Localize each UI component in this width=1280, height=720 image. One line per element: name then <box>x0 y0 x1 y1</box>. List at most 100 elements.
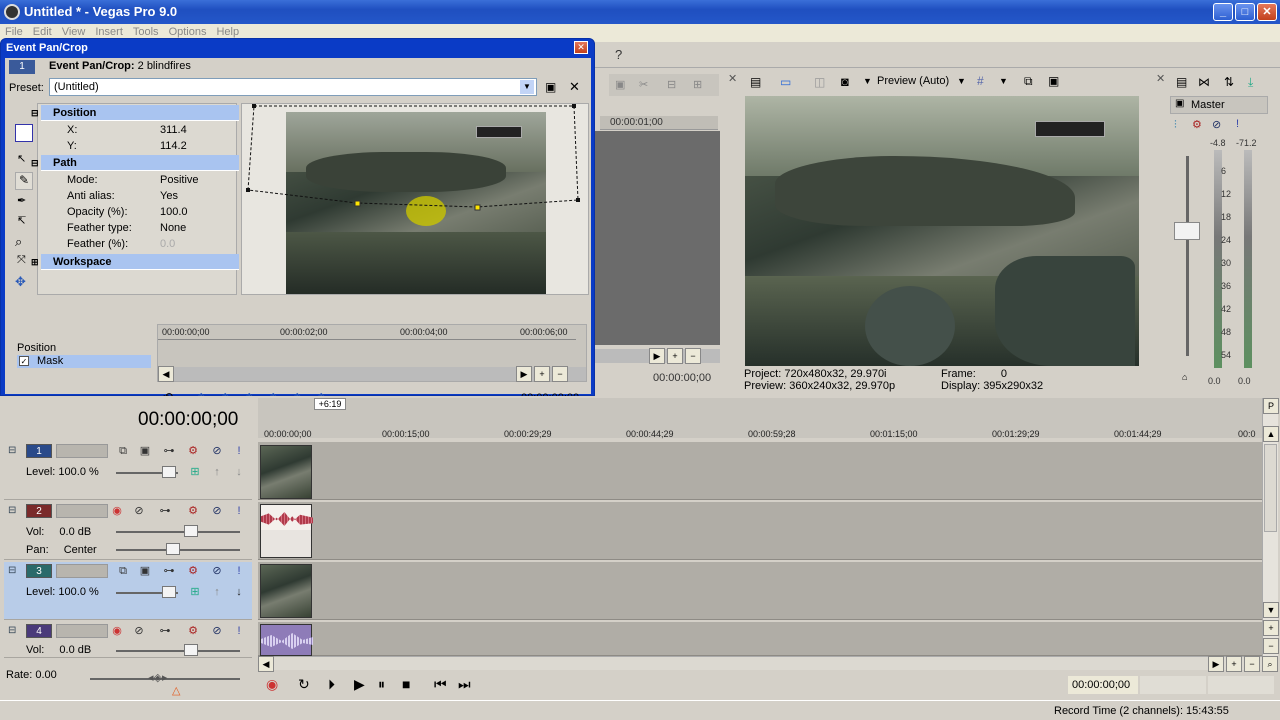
stop-icon[interactable]: ■ <box>402 676 410 692</box>
play-icon[interactable]: ▶ <box>354 676 365 693</box>
feather-type-value[interactable]: None <box>160 220 186 236</box>
trimmer-area[interactable] <box>595 131 720 345</box>
external-monitor-icon[interactable]: ▭ <box>780 75 791 89</box>
mute-icon[interactable]: ⊘ <box>210 504 224 518</box>
audio-track-4-lane[interactable] <box>258 622 1263 656</box>
pan-slider-knob[interactable] <box>166 543 180 555</box>
arm-record-icon[interactable]: ◉ <box>110 504 124 518</box>
anchor-add-tool-icon[interactable]: ✒ <box>17 194 26 207</box>
keyframe-track-mask[interactable]: ✓ Mask <box>17 355 151 368</box>
vol-slider-knob[interactable] <box>184 644 198 656</box>
track-header-1[interactable]: ⊟ 1 ⧉ ▣ ⊶ ⚙ ⊘ ! Level: 100.0 % ⊞ ↑ ↓ <box>4 442 252 500</box>
video-event-clip[interactable] <box>260 564 312 618</box>
feather-type-row[interactable]: Feather type: None <box>41 220 239 236</box>
opacity-row[interactable]: Opacity (%): 100.0 <box>41 204 239 220</box>
arm-record-icon[interactable]: ◉ <box>110 624 124 638</box>
vscroll-thumb[interactable] <box>1264 444 1277 532</box>
video-track-3-lane[interactable] <box>258 562 1263 620</box>
rate-slider-knob[interactable]: ◂◈▸ <box>148 671 168 684</box>
mode-value[interactable]: Positive <box>160 172 199 188</box>
workspace-section-header[interactable]: ⊞ Workspace <box>31 254 239 270</box>
invert-phase-icon[interactable]: ⊘ <box>132 624 146 638</box>
minimize-button[interactable]: _ <box>1213 3 1233 21</box>
level-slider-knob[interactable] <box>162 586 176 598</box>
zoom-tool-button[interactable]: ⌕ <box>1262 656 1278 672</box>
track-header-2[interactable]: ⊟ 2 ◉ ⊘ ⊶ ⚙ ⊘ ! Vol: 0.0 dB Pan: Center <box>4 502 252 560</box>
grid-dropdown-icon[interactable]: ▼ <box>999 76 1008 86</box>
trim-start-icon[interactable]: ⊟ <box>667 78 676 91</box>
loop-playback-icon[interactable]: ↻ <box>298 676 310 693</box>
zoom-in-button[interactable]: + <box>667 348 683 364</box>
vol-slider[interactable] <box>116 650 240 652</box>
audio-track-2-lane[interactable] <box>258 502 1263 560</box>
track-minimize-icon[interactable]: ⊟ <box>8 625 16 636</box>
master-close-icon[interactable]: ✕ <box>1156 72 1165 85</box>
trimmer-scrollbar[interactable]: ▶ + − <box>595 348 720 364</box>
kf-zoom-out[interactable]: − <box>552 366 568 382</box>
time-zoom-out-button[interactable]: − <box>1244 656 1260 672</box>
anti-alias-value[interactable]: Yes <box>160 188 178 204</box>
solo-icon[interactable]: ! <box>232 564 246 578</box>
time-zoom-in-button[interactable]: + <box>1226 656 1242 672</box>
trim-end-icon[interactable]: ⊞ <box>693 78 702 91</box>
hscroll-left-button[interactable]: ◀ <box>258 656 274 672</box>
x-value[interactable]: 311.4 <box>160 122 187 138</box>
master-properties-icon[interactable]: ▤ <box>1176 75 1187 89</box>
pause-icon[interactable]: ⏸ <box>378 676 385 693</box>
vol-slider-knob[interactable] <box>184 525 198 537</box>
transport-time-field[interactable]: 00:00:00;00 <box>1068 676 1138 694</box>
kf-scrollbar[interactable]: ◀ ▶ + − <box>158 366 586 382</box>
scroll-right-button[interactable]: ▶ <box>649 348 665 364</box>
delete-preset-icon[interactable]: ✕ <box>569 79 580 95</box>
pan-crop-workspace[interactable] <box>241 103 589 295</box>
master-solo-icon[interactable]: ! <box>1236 118 1239 130</box>
preset-select[interactable]: (Untitled) ▼ <box>49 78 537 96</box>
timeline-vertical-scrollbar[interactable]: P ▲ ▼ + − <box>1262 398 1279 670</box>
y-value[interactable]: 114.2 <box>160 138 187 154</box>
maximize-button[interactable]: □ <box>1235 3 1255 21</box>
track-header-4[interactable]: ⊟ 4 ◉ ⊘ ⊶ ⚙ ⊘ ! Vol: 0.0 dB <box>4 622 252 658</box>
master-mute-icon[interactable]: ⊘ <box>1212 118 1221 131</box>
track-name-field[interactable] <box>56 564 108 578</box>
mask-path-overlay[interactable] <box>242 104 588 294</box>
mode-row[interactable]: Mode: Positive <box>41 172 239 188</box>
bypass-motion-blur-icon[interactable]: ⧉ <box>116 444 130 458</box>
kf-zoom-in[interactable]: + <box>534 366 550 382</box>
grid-icon[interactable]: # <box>977 74 984 88</box>
position-section-header[interactable]: ⊟ Position <box>31 105 239 121</box>
vol-slider[interactable] <box>116 531 240 533</box>
go-to-start-icon[interactable]: ⏮ <box>434 676 447 693</box>
track-motion-icon[interactable]: ▣ <box>138 564 152 578</box>
scroll-up-button[interactable]: ▲ <box>1263 426 1279 442</box>
keyframe-track-position[interactable]: Position <box>17 342 56 354</box>
overlays-dropdown-icon[interactable]: ▼ <box>863 76 872 86</box>
track-header-3[interactable]: ⊟ 3 ⧉ ▣ ⊶ ⚙ ⊘ ! Level: 100.0 % ⊞ ↑ ↓ <box>4 562 252 620</box>
dim-output-icon[interactable]: ⇅ <box>1224 75 1234 89</box>
master-fader-track[interactable] <box>1186 156 1189 356</box>
timeline-ruler[interactable]: +6:19 00:00:00;00 00:00:15;00 00:00:29;2… <box>258 398 1263 439</box>
selection-length-field[interactable] <box>1208 676 1274 694</box>
track-zoom-in-button[interactable]: + <box>1263 620 1279 636</box>
play-from-start-icon[interactable]: ⏵ <box>328 676 335 693</box>
kf-scroll-left[interactable]: ◀ <box>158 366 174 382</box>
overlays-icon[interactable]: ◙ <box>841 74 849 89</box>
timeline-horizontal-scrollbar[interactable]: ◀ ▶ + − ⌕ <box>258 656 1278 672</box>
vegas-app-icon[interactable] <box>4 4 20 20</box>
video-track-1-lane[interactable] <box>258 442 1263 500</box>
track-minimize-icon[interactable]: ⊟ <box>8 565 16 576</box>
compositing-mode-icon[interactable]: ⊶ <box>162 444 176 458</box>
anchor-creation-tool-icon[interactable]: ✎ <box>15 172 33 190</box>
mute-icon[interactable]: ⊘ <box>210 624 224 638</box>
track-name-field[interactable] <box>56 504 108 518</box>
mute-icon[interactable]: ⊘ <box>210 444 224 458</box>
save-snapshot-icon[interactable]: ▣ <box>1048 74 1059 88</box>
level-slider-knob[interactable] <box>162 466 176 478</box>
track-fx-icon[interactable]: ⚙ <box>186 564 200 578</box>
preview-quality-select[interactable]: Preview (Auto) <box>877 75 949 87</box>
go-to-end-icon[interactable]: ⏭ <box>458 676 471 693</box>
path-section-header[interactable]: ⊟ Path <box>31 155 239 171</box>
master-fx-icon[interactable]: ⫶ <box>1174 119 1177 132</box>
master-fx-gear-icon[interactable]: ⚙ <box>1192 118 1202 131</box>
track-fx-icon[interactable]: ⚙ <box>186 504 200 518</box>
automation-settings-icon[interactable]: ⊶ <box>158 504 172 518</box>
